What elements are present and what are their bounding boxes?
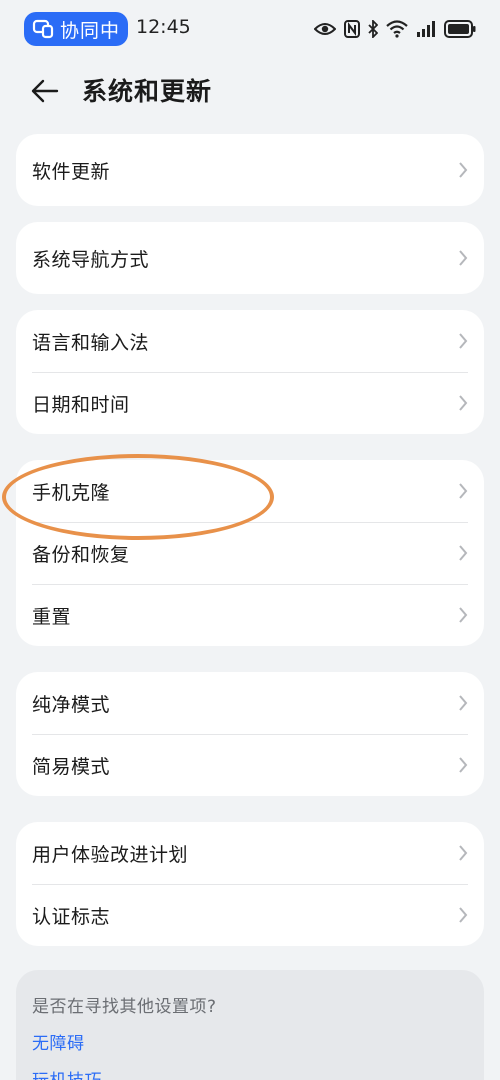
chevron-right-icon bbox=[456, 605, 470, 625]
collaboration-label: 协同中 bbox=[60, 19, 121, 42]
bluetooth-icon bbox=[368, 20, 378, 38]
chevron-right-icon bbox=[456, 160, 470, 180]
battery-icon bbox=[444, 20, 476, 38]
list-item-label: 认证标志 bbox=[32, 905, 111, 928]
list-item-label: 重置 bbox=[32, 605, 72, 628]
status-bar: 协同中 12:45 bbox=[0, 0, 500, 58]
list-item-software-update[interactable]: 软件更新 bbox=[16, 134, 484, 206]
nfc-icon bbox=[344, 20, 360, 38]
chevron-right-icon bbox=[456, 481, 470, 501]
list-item-label: 语言和输入法 bbox=[32, 331, 150, 354]
list-item-ux-program[interactable]: 用户体验改进计划 bbox=[16, 822, 484, 884]
page-header: 系统和更新 bbox=[0, 62, 500, 118]
chevron-right-icon bbox=[456, 393, 470, 413]
suggestion-panel: 是否在寻找其他设置项? 无障碍 玩机技巧 bbox=[16, 970, 484, 1080]
suggestion-question: 是否在寻找其他设置项? bbox=[32, 997, 217, 1017]
list-item-label: 备份和恢复 bbox=[32, 543, 130, 566]
settings-group-navigation: 系统导航方式 bbox=[16, 222, 484, 294]
list-item-pure-mode[interactable]: 纯净模式 bbox=[16, 672, 484, 734]
back-arrow-icon bbox=[31, 79, 59, 103]
chevron-right-icon bbox=[456, 693, 470, 713]
list-item-label: 日期和时间 bbox=[32, 393, 130, 416]
list-item-reset[interactable]: 重置 bbox=[16, 584, 484, 646]
list-item-label: 系统导航方式 bbox=[32, 248, 150, 271]
settings-group-experience: 用户体验改进计划 认证标志 bbox=[16, 822, 484, 946]
highlight-annotation-oval bbox=[2, 454, 274, 540]
settings-group-modes: 纯净模式 简易模式 bbox=[16, 672, 484, 796]
list-item-system-navigation[interactable]: 系统导航方式 bbox=[16, 222, 484, 294]
chevron-right-icon bbox=[456, 905, 470, 925]
chevron-right-icon bbox=[456, 331, 470, 351]
collaboration-pill[interactable]: 协同中 bbox=[24, 12, 128, 46]
settings-group-language-time: 语言和输入法 日期和时间 bbox=[16, 310, 484, 434]
clock: 12:45 bbox=[136, 16, 191, 38]
chevron-right-icon bbox=[456, 755, 470, 775]
back-button[interactable] bbox=[28, 74, 62, 108]
chevron-right-icon bbox=[456, 843, 470, 863]
settings-group-update: 软件更新 bbox=[16, 134, 484, 206]
page-title: 系统和更新 bbox=[82, 77, 213, 106]
list-item-label: 软件更新 bbox=[32, 160, 111, 183]
list-item-label: 简易模式 bbox=[32, 755, 111, 778]
suggestion-link-tips[interactable]: 玩机技巧 bbox=[32, 1066, 468, 1080]
wifi-icon bbox=[386, 20, 408, 38]
signal-icon bbox=[416, 20, 436, 38]
list-item-label: 用户体验改进计划 bbox=[32, 843, 189, 866]
multi-device-icon bbox=[32, 18, 54, 40]
chevron-right-icon bbox=[456, 543, 470, 563]
suggestion-link-accessibility[interactable]: 无障碍 bbox=[32, 1029, 468, 1054]
eye-icon bbox=[314, 21, 336, 37]
list-item-certification[interactable]: 认证标志 bbox=[16, 884, 484, 946]
list-item-label: 纯净模式 bbox=[32, 693, 111, 716]
status-icons bbox=[314, 16, 476, 42]
list-item-language-input[interactable]: 语言和输入法 bbox=[16, 310, 484, 372]
list-item-date-time[interactable]: 日期和时间 bbox=[16, 372, 484, 434]
chevron-right-icon bbox=[456, 248, 470, 268]
list-item-simple-mode[interactable]: 简易模式 bbox=[16, 734, 484, 796]
